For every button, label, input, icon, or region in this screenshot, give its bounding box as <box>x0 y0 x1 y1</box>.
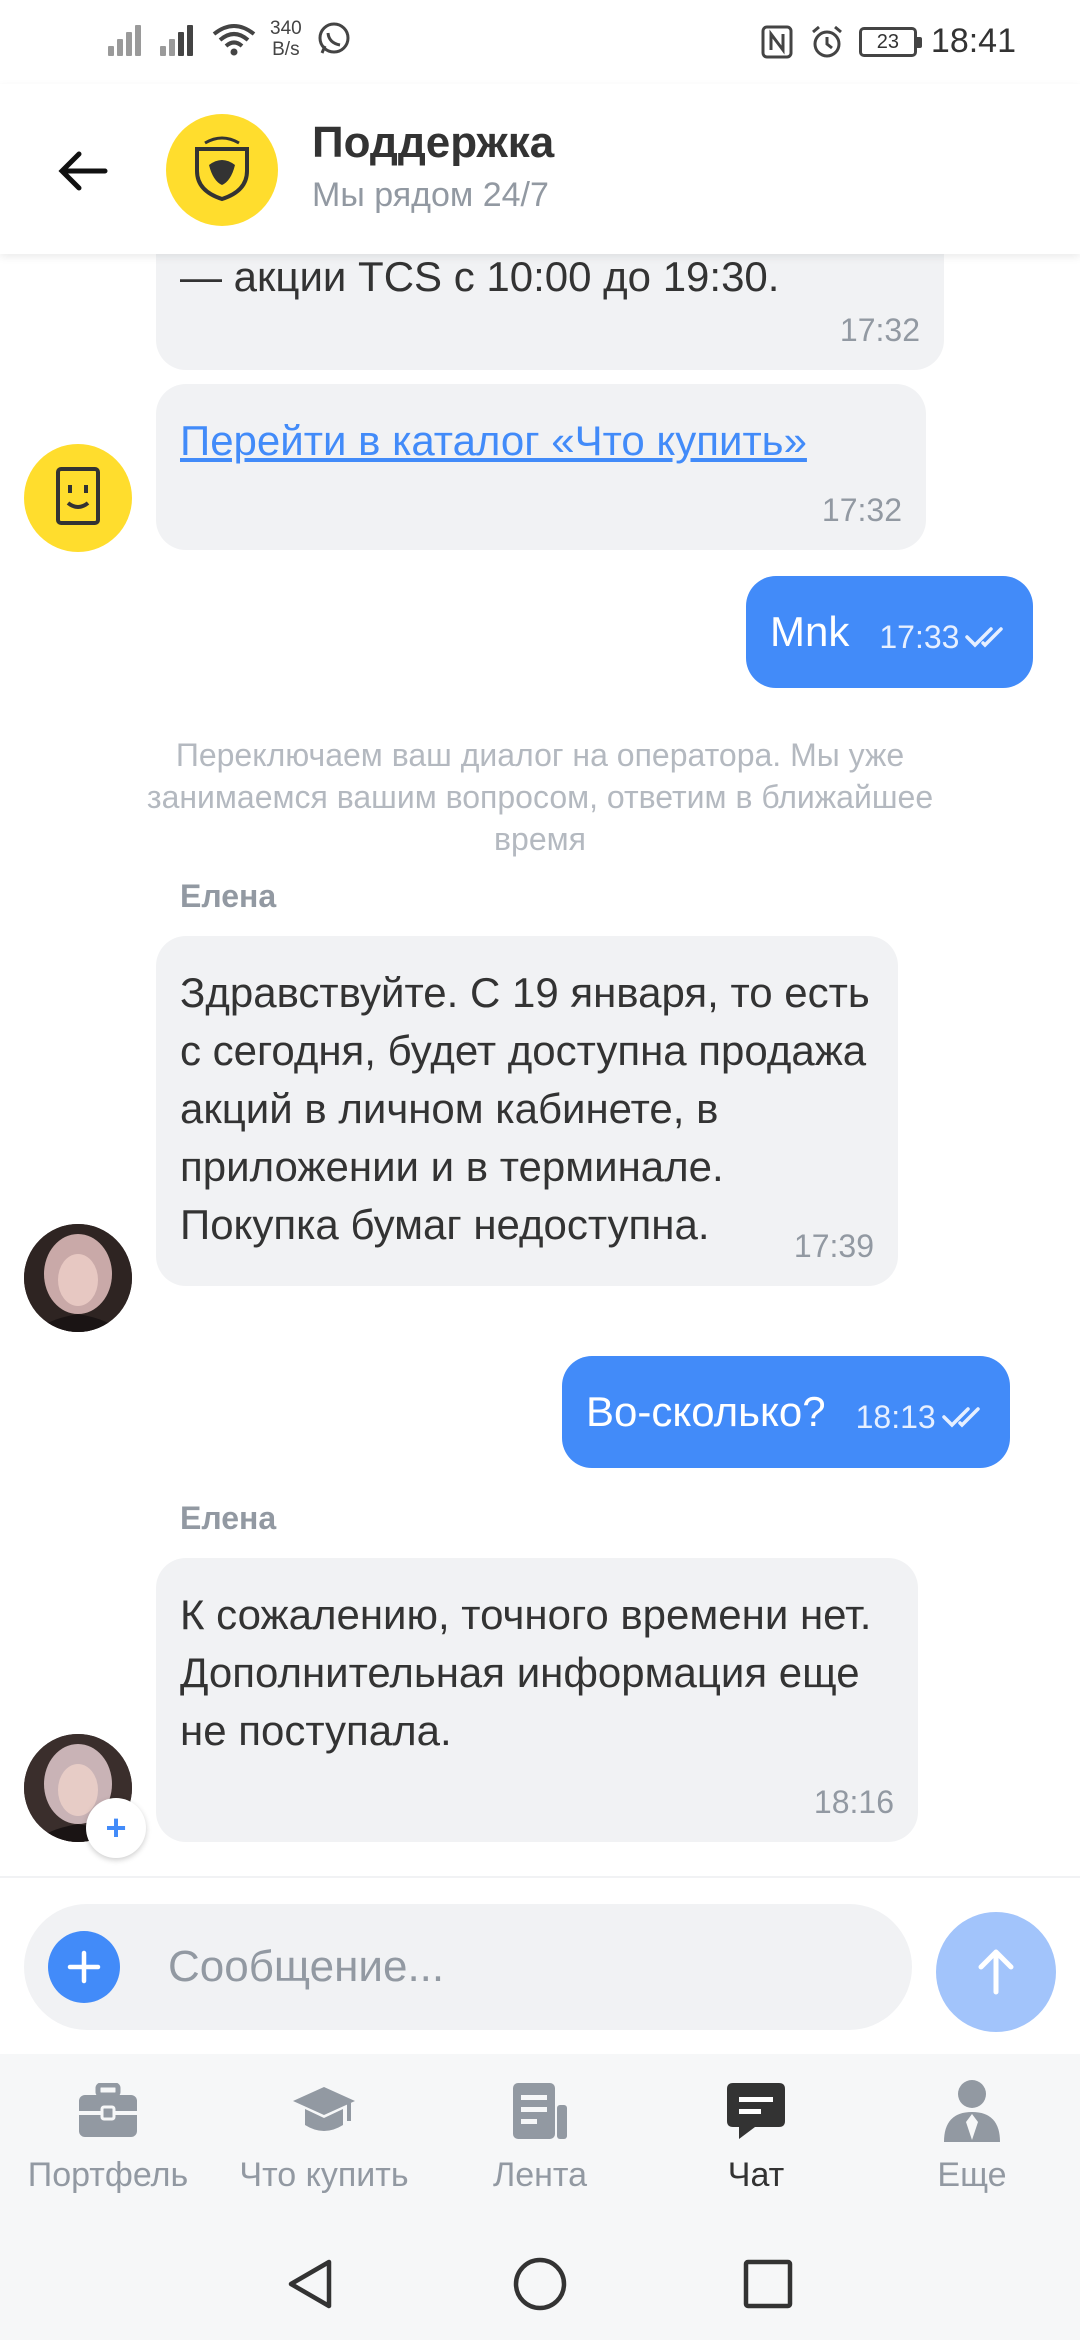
sender-name: Елена <box>180 1500 277 1536</box>
operator-avatar <box>24 1224 132 1332</box>
nav-item-more[interactable]: Еще <box>864 2054 1080 2226</box>
message-time: 17:39 <box>793 1228 874 1264</box>
incoming-message: Перейти в каталог «Что купить» 17:32 <box>156 384 926 550</box>
circle-home-icon <box>513 2257 567 2311</box>
network-speed: 340 B/s <box>270 18 302 60</box>
wifi-icon <box>212 24 256 56</box>
add-contact-button[interactable]: + <box>86 1798 146 1858</box>
signal-1-icon <box>108 22 146 56</box>
message-time: 17:32 <box>839 312 920 348</box>
attach-button[interactable] <box>48 1931 120 2003</box>
nav-item-feed[interactable]: Лента <box>432 2054 648 2226</box>
nav-label: Чат <box>727 2156 785 2194</box>
double-check-icon <box>941 1407 980 1428</box>
system-back-button[interactable] <box>280 2254 340 2314</box>
square-recents-icon <box>743 2259 793 2309</box>
message-text: — акции TCS с 10:00 до 19:30. <box>180 254 780 300</box>
nav-label: Лента <box>492 2156 588 2194</box>
nav-item-chat[interactable]: Чат <box>648 2054 864 2226</box>
message-time: 18:16 <box>813 1784 894 1820</box>
bank-logo <box>166 114 278 226</box>
clock: 18:41 <box>930 22 1016 60</box>
incoming-message: — акции TCS с 10:00 до 19:30. 17:32 <box>156 254 944 370</box>
crest-icon <box>195 136 249 202</box>
system-message: Переключаем ваш диалог на оператора. Мы … <box>146 737 934 857</box>
message-input[interactable] <box>168 1934 868 2000</box>
status-bar: 340 B/s 23 18:41 <box>0 0 1080 84</box>
message-composer <box>0 1876 1080 2054</box>
system-home-button[interactable] <box>510 2254 570 2314</box>
robot-face-icon <box>56 467 100 525</box>
message-text: Во-сколько? <box>586 1388 826 1435</box>
system-navigation-bar <box>0 2226 1080 2340</box>
nav-label: Еще <box>937 2156 1007 2194</box>
chat-header: Поддержка Мы рядом 24/7 <box>0 84 1080 254</box>
message-text: Mnk <box>770 608 850 655</box>
plus-icon <box>67 1950 101 1984</box>
status-left: 340 B/s <box>108 18 352 60</box>
message-time: 17:33 <box>879 619 960 655</box>
outgoing-message: Mnk 17:33 <box>746 576 1034 688</box>
sender-name: Елена <box>180 878 277 914</box>
nfc-icon <box>761 25 793 58</box>
network-speed-value: 340 <box>270 18 302 39</box>
system-recents-button[interactable] <box>738 2254 798 2314</box>
incoming-message: К сожалению, точного времени нет. Дополн… <box>156 1558 918 1842</box>
message-time-group: 17:33 <box>879 608 1009 666</box>
message-time-group: 18:13 <box>856 1388 986 1446</box>
arrow-up-icon <box>978 1949 1014 1995</box>
message-input-container <box>24 1904 912 2030</box>
nav-label: Что купить <box>239 2156 409 2194</box>
graduation-cap-icon <box>291 2078 357 2144</box>
bottom-navigation: Портфель Что купить Лента Чат Еще <box>0 2054 1080 2226</box>
nav-item-portfolio[interactable]: Портфель <box>0 2054 216 2226</box>
nav-label: Портфель <box>27 2156 189 2194</box>
chat-area[interactable]: — акции TCS с 10:00 до 19:30. 17:32 Пере… <box>0 254 1080 1876</box>
outgoing-message: Во-сколько? 18:13 <box>562 1356 1010 1468</box>
incoming-message: Здравствуйте. С 19 января, то есть с сег… <box>156 936 898 1286</box>
double-check-icon <box>965 627 1004 648</box>
triangle-back-icon <box>288 2259 332 2309</box>
message-time: 18:13 <box>855 1399 936 1435</box>
signal-2-icon <box>160 22 198 56</box>
battery-icon: 23 <box>858 26 922 57</box>
news-feed-icon <box>507 2078 573 2144</box>
network-speed-unit: B/s <box>272 39 300 60</box>
send-button[interactable] <box>936 1912 1056 2032</box>
status-right: 23 18:41 <box>759 22 1016 61</box>
alarm-icon <box>811 25 842 57</box>
nav-item-what-to-buy[interactable]: Что купить <box>216 2054 432 2226</box>
whatsapp-icon <box>318 22 350 54</box>
profile-icon <box>939 2078 1005 2144</box>
briefcase-icon <box>75 2078 141 2144</box>
bot-avatar <box>24 444 132 552</box>
chat-subtitle: Мы рядом 24/7 <box>312 176 549 214</box>
catalog-link[interactable]: Перейти в каталог «Что купить» <box>180 412 902 470</box>
message-text: Здравствуйте. С 19 января, то есть с сег… <box>180 969 870 1248</box>
back-button[interactable] <box>48 136 118 206</box>
message-time: 17:32 <box>821 492 902 528</box>
chat-title: Поддержка <box>312 118 555 167</box>
chat-icon <box>723 2078 789 2144</box>
user-photo <box>24 1224 132 1332</box>
arrow-left-icon <box>58 151 108 191</box>
message-text: К сожалению, точного времени нет. Дополн… <box>180 1591 872 1754</box>
